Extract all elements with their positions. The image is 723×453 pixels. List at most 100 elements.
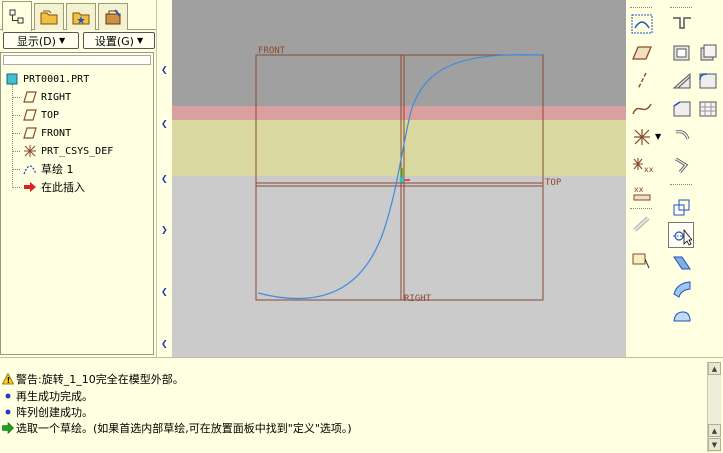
- datum-plane-icon: [23, 90, 37, 104]
- model-tree-icon: [9, 9, 24, 23]
- toolbar-separator: [630, 7, 652, 8]
- draft-tool[interactable]: [696, 42, 720, 64]
- message-scrollbar[interactable]: ▲ ▲ ▼: [707, 362, 721, 452]
- top-plane-label: TOP: [545, 178, 562, 188]
- tree-item-front[interactable]: FRONT: [23, 125, 71, 141]
- shell-tool[interactable]: [670, 42, 694, 64]
- collapse-left-icon[interactable]: ❮: [161, 120, 169, 128]
- surface-icon: [673, 311, 691, 322]
- chevron-down-icon[interactable]: ▼: [655, 132, 661, 141]
- tree-item-sketch[interactable]: 草绘 1: [23, 161, 74, 177]
- tab-model-tree[interactable]: [2, 1, 32, 31]
- datum-display-icon: [631, 14, 653, 34]
- tree-item-csys[interactable]: PRT_CSYS_DEF: [23, 143, 113, 159]
- datum-curve-icon: [632, 103, 652, 115]
- svg-text:!: !: [7, 376, 11, 385]
- hole-tool[interactable]: [670, 13, 694, 35]
- offset-tool[interactable]: [630, 213, 654, 235]
- message-text: 阵列创建成功。: [16, 406, 93, 419]
- message-line: 阵列创建成功。: [2, 404, 93, 420]
- datum-csys-tool[interactable]: [630, 126, 654, 148]
- message-line: 再生成功完成。: [2, 388, 93, 404]
- extrude-tool[interactable]: [670, 126, 694, 148]
- tree-connector-line: [12, 97, 20, 98]
- boundary-blend-tool[interactable]: [670, 278, 694, 300]
- boundary-blend-icon: [673, 281, 691, 298]
- datum-display-tool[interactable]: [630, 13, 654, 35]
- right-feature-toolbar: ▼ xx xx: [626, 0, 723, 357]
- rib-tool[interactable]: [670, 70, 694, 92]
- model-viewport[interactable]: FRONT TOP RIGHT: [172, 0, 626, 357]
- prompt-arrow-icon: [2, 422, 14, 434]
- tree-connector-line: [12, 187, 20, 188]
- graphics-window[interactable]: FRONT TOP RIGHT: [172, 0, 626, 357]
- chamfer-tool[interactable]: [670, 98, 694, 120]
- tree-item-top[interactable]: TOP: [23, 107, 59, 123]
- tree-item-label: FRONT: [41, 127, 72, 139]
- svg-text:xx: xx: [644, 165, 653, 174]
- sketch-curve[interactable]: [257, 54, 543, 300]
- message-line: 选取一个草绘。(如果首选内部草绘,可在放置面板中找到"定义"选项。): [2, 420, 352, 436]
- display-dropdown-label: 显示(D): [16, 34, 56, 48]
- folder-icon: [40, 10, 58, 25]
- settings-dropdown-label: 设置(G): [94, 34, 134, 48]
- datum-plane-icon: [23, 108, 37, 122]
- tree-item-label: 草绘 1: [41, 163, 74, 176]
- datum-point-tool[interactable]: xx: [630, 154, 654, 176]
- toolbar-separator: [670, 184, 692, 185]
- chamfer-icon: [673, 101, 691, 117]
- tree-item-label: RIGHT: [41, 91, 72, 103]
- datum-axis-tool[interactable]: [630, 70, 654, 92]
- settings-dropdown[interactable]: 设置(G) ▼: [83, 32, 155, 49]
- tree-connector-line: [12, 151, 20, 152]
- scale-tool[interactable]: [670, 196, 694, 218]
- scroll-down-icon[interactable]: ▼: [708, 438, 721, 451]
- rectangle-pick-tool[interactable]: [630, 250, 654, 272]
- datum-axis-icon: [637, 72, 647, 90]
- tree-item-insert-here[interactable]: 在此插入: [23, 179, 85, 195]
- scroll-up-icon[interactable]: ▲: [708, 362, 721, 375]
- collapse-left-icon[interactable]: ❮: [161, 66, 169, 74]
- toolbar-separator: [630, 208, 652, 209]
- tree-item-right[interactable]: RIGHT: [23, 89, 71, 105]
- tree-item-label: TOP: [41, 109, 60, 121]
- info-dot-icon: [2, 390, 14, 402]
- expand-right-icon[interactable]: ❯: [161, 226, 169, 234]
- insert-here-arrow-icon: [23, 180, 37, 194]
- collapse-left-icon[interactable]: ❮: [161, 175, 169, 183]
- message-line: ! 警告:旋转_1_10完全在模型外部。: [2, 371, 184, 387]
- connections-icon: [105, 9, 121, 25]
- revolve-tool[interactable]: [670, 154, 694, 176]
- datum-csys-icon: [634, 129, 650, 145]
- pattern-icon: [699, 101, 717, 117]
- part-icon: [5, 72, 19, 86]
- panel-splitter[interactable]: ❮ ❮ ❮ ❯ ❮ ❮: [156, 0, 172, 357]
- hole-icon: [673, 17, 691, 29]
- tree-item-part[interactable]: PRT0001.PRT: [5, 71, 89, 87]
- chevron-down-icon: ▼: [58, 36, 66, 45]
- blend-tool[interactable]: [670, 252, 694, 274]
- tab-folder-browser[interactable]: [34, 3, 64, 30]
- front-datum-plane[interactable]: [255, 54, 544, 301]
- tab-favorites[interactable]: [66, 3, 96, 30]
- tab-connections[interactable]: [98, 3, 128, 30]
- blend-icon: [673, 256, 691, 270]
- datum-plane-tool[interactable]: [630, 42, 654, 64]
- round-tool[interactable]: [696, 70, 720, 92]
- collapse-left-icon[interactable]: ❮: [161, 340, 169, 348]
- scroll-up-icon[interactable]: ▲: [708, 424, 721, 437]
- analysis-tool[interactable]: xx: [630, 182, 654, 204]
- collapse-left-icon[interactable]: ❮: [161, 288, 169, 296]
- sweep-tool[interactable]: [668, 222, 694, 248]
- datum-plane-icon: [23, 126, 37, 140]
- sweep-icon: [673, 228, 692, 246]
- display-dropdown[interactable]: 显示(D) ▼: [3, 32, 79, 49]
- surface-tool[interactable]: [670, 306, 694, 328]
- datum-curve-tool[interactable]: [630, 98, 654, 120]
- pattern-tool[interactable]: [696, 98, 720, 120]
- tree-column-header: [3, 55, 151, 65]
- tree-item-label: PRT_CSYS_DEF: [41, 145, 114, 157]
- message-log: ! 警告:旋转_1_10完全在模型外部。 再生成功完成。 阵列创建成功。 选取一…: [0, 357, 723, 453]
- message-text: 选取一个草绘。(如果首选内部草绘,可在放置面板中找到"定义"选项。): [16, 422, 352, 435]
- sketch-icon: [23, 162, 37, 176]
